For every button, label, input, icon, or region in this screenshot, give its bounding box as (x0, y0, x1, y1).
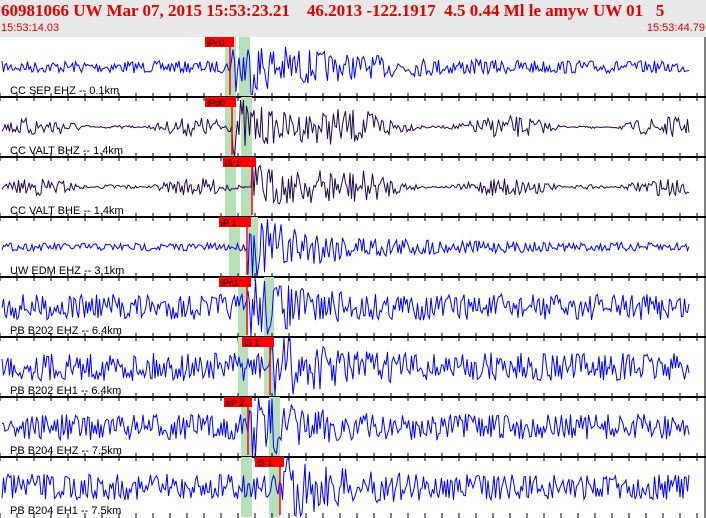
channel-panel[interactable]: iS 1 CC VALT BHE -- 1.4km (1, 157, 690, 217)
channel-panel[interactable]: iP 1 UW EDM EHZ -- 3.1km (1, 217, 690, 277)
channel-label: PB B202 EH1 -- 6.4km (10, 385, 121, 397)
pick-label: iP 1 (221, 218, 236, 228)
channel-label: CC SEP EHZ -- 0.1km (10, 85, 119, 97)
channel-panel[interactable]: iS 1 PB B202 EH1 -- 6.4km (1, 337, 690, 397)
event-header: 60981066 UW Mar 07, 2015 15:53:23.21 46.… (0, 0, 706, 37)
pick-label: iS 1 (257, 458, 273, 468)
channel-label: UW EDM EHZ -- 3.1km (10, 265, 124, 277)
start-time: 15:53:14.03 (1, 22, 60, 34)
channel-panel[interactable]: iS 1 PB B204 EH1 -- 7.5km (1, 456, 690, 518)
channel-panel[interactable]: eP 2 PB B204 EHZ -- 7.5km (2, 397, 690, 457)
pick-label: iPc1 (221, 278, 239, 288)
channel-label: PB B202 EHZ -- 6.4km (10, 325, 122, 337)
channel-panel[interactable]: iPd0 CC VALT BHZ -- 1.4km (1, 97, 690, 157)
pick-label: iS 1 (244, 338, 260, 348)
channel-label: CC VALT BHE -- 1.4km (10, 205, 124, 217)
end-time: 15:53:44.79 (646, 22, 705, 34)
channel-panel[interactable]: iPc1 PB B202 EHZ -- 6.4km (1, 277, 690, 337)
pick-label: iS 1 (225, 158, 241, 168)
pick-label: iPc0 (207, 38, 225, 48)
seismogram-panels[interactable]: iPc0 CC SEP EHZ -- 0.1km iPd0 CC VALT BHZ -… (0, 37, 706, 518)
channel-label: CC VALT BHZ -- 1.4km (10, 145, 123, 157)
channel-panel[interactable]: iPc0 CC SEP EHZ -- 0.1km (1, 37, 690, 97)
channel-label: PB B204 EHZ -- 7.5km (10, 445, 122, 457)
waveform-trace (1, 161, 690, 205)
pick-label: iPd0 (207, 98, 225, 108)
pick-label: eP 2 (226, 398, 244, 408)
event-title: 60981066 UW Mar 07, 2015 15:53:23.21 46.… (1, 1, 665, 20)
channel-label: PB B204 EH1 -- 7.5km (10, 505, 121, 517)
